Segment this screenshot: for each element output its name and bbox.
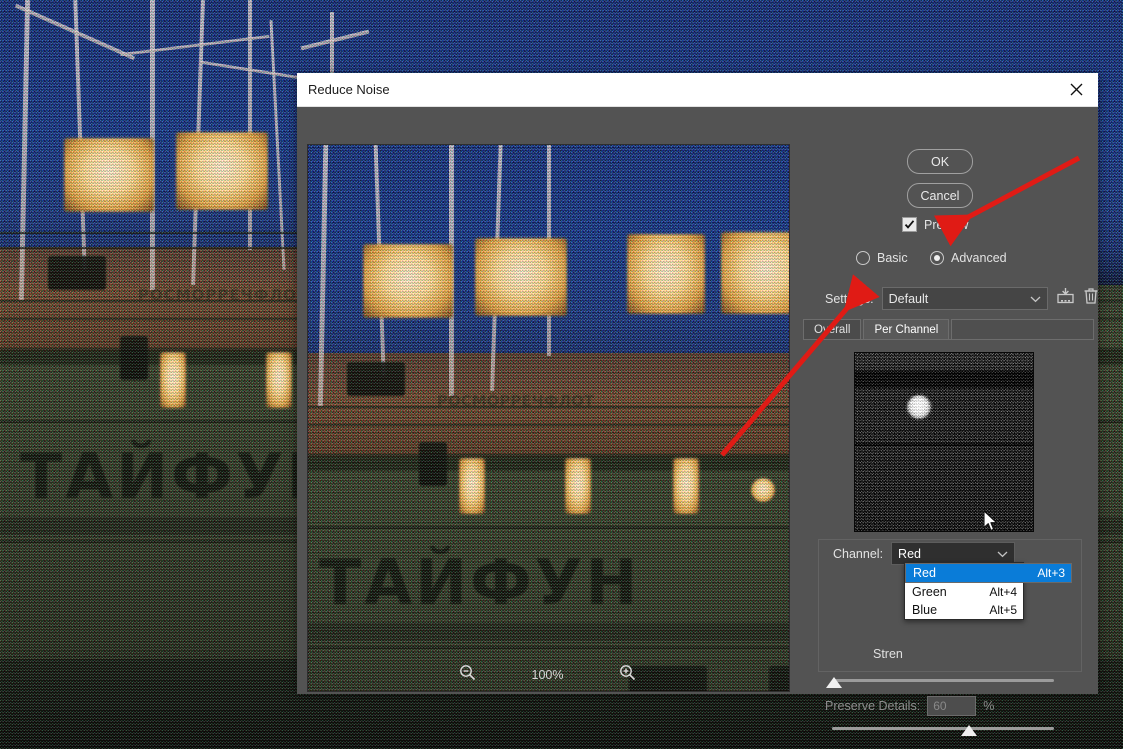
- tab-bar: Overall Per Channel: [803, 319, 1094, 340]
- checkbox-box[interactable]: [902, 217, 917, 232]
- channel-label: Channel:: [833, 546, 884, 561]
- menu-item-green-label: Green: [912, 585, 947, 599]
- preview-image-content: РОСМОРРЕЧФЛОТ ТАЙФУН: [308, 145, 789, 691]
- preserve-details-input[interactable]: 60: [927, 696, 977, 716]
- tab-overall[interactable]: Overall: [803, 319, 862, 339]
- reduce-noise-dialog: Reduce Noise РОСМОРРЕЧФЛОТ ТАЙФУН 100% O…: [297, 73, 1099, 736]
- cancel-button[interactable]: Cancel: [907, 183, 973, 208]
- strength-label: Stren: [873, 647, 903, 661]
- preserve-details-row: Preserve Details: 60 %: [825, 696, 994, 716]
- trash-icon[interactable]: [1083, 287, 1099, 310]
- preview-checkbox[interactable]: Preview: [902, 217, 968, 232]
- settings-row: Settings: Default: [825, 287, 1099, 310]
- dialog-titlebar: Reduce Noise: [297, 73, 1098, 107]
- image-preview[interactable]: РОСМОРРЕЧФЛОТ ТАЙФУН: [307, 144, 790, 692]
- chevron-down-icon: [1030, 292, 1041, 306]
- tab-per-channel[interactable]: Per Channel: [863, 319, 950, 339]
- preserve-details-unit: %: [983, 699, 995, 713]
- zoom-controls: 100%: [307, 661, 788, 689]
- radio-basic[interactable]: Basic: [856, 251, 908, 265]
- settings-label: Settings:: [825, 291, 874, 306]
- ship-hull-text: ТАЙФУН: [20, 440, 342, 513]
- menu-item-green-shortcut: Alt+4: [989, 585, 1017, 599]
- menu-item-blue-shortcut: Alt+5: [989, 603, 1017, 617]
- screen: РОСМОРРЕЧФЛОТ ТАЙФУН Reduce Noise РОСМОР…: [0, 0, 1123, 749]
- menu-item-blue[interactable]: Blue Alt+5: [905, 601, 1023, 619]
- check-icon: [904, 220, 915, 229]
- preview-label: Preview: [924, 217, 969, 232]
- menu-item-red-shortcut: Alt+3: [1037, 566, 1065, 580]
- preserve-details-label: Preserve Details:: [825, 699, 921, 713]
- dialog-body: РОСМОРРЕЧФЛОТ ТАЙФУН 100% OK Cancel Prev…: [297, 107, 1099, 736]
- strength-slider-track[interactable]: [832, 679, 1054, 682]
- strength-slider-handle[interactable]: [826, 677, 842, 688]
- tab-bar-filler: [951, 319, 1094, 339]
- settings-value: Default: [888, 291, 929, 306]
- radio-advanced-circle[interactable]: [930, 251, 944, 265]
- preserve-details-slider-handle[interactable]: [961, 725, 977, 736]
- zoom-in-icon[interactable]: [619, 664, 636, 686]
- channel-preview-thumbnail[interactable]: [854, 352, 1034, 532]
- radio-advanced[interactable]: Advanced: [930, 251, 1007, 265]
- save-preset-icon[interactable]: [1056, 287, 1075, 310]
- menu-item-red[interactable]: Red Alt+3: [905, 563, 1072, 583]
- menu-item-green[interactable]: Green Alt+4: [905, 583, 1023, 601]
- channel-dropdown-menu[interactable]: Red Alt+3 Green Alt+4 Blue Alt+5: [904, 562, 1072, 620]
- ok-button[interactable]: OK: [907, 149, 973, 174]
- menu-item-blue-label: Blue: [912, 603, 938, 617]
- radio-basic-circle[interactable]: [856, 251, 870, 265]
- radio-advanced-label: Advanced: [951, 251, 1007, 265]
- channel-value: Red: [898, 546, 921, 561]
- ship-deck-text: РОСМОРРЕЧФЛОТ: [138, 286, 309, 304]
- menu-item-red-label: Red: [913, 566, 936, 580]
- chevron-down-icon: [997, 547, 1008, 561]
- controls-panel: OK Cancel Preview Basic Advanced Setting…: [800, 107, 1099, 736]
- dialog-title: Reduce Noise: [308, 82, 390, 97]
- preserve-details-slider-track[interactable]: [832, 727, 1054, 730]
- settings-dropdown[interactable]: Default: [881, 287, 1048, 310]
- radio-basic-label: Basic: [877, 251, 908, 265]
- zoom-out-icon[interactable]: [459, 664, 476, 686]
- close-icon[interactable]: [1054, 74, 1098, 106]
- zoom-level: 100%: [531, 668, 564, 682]
